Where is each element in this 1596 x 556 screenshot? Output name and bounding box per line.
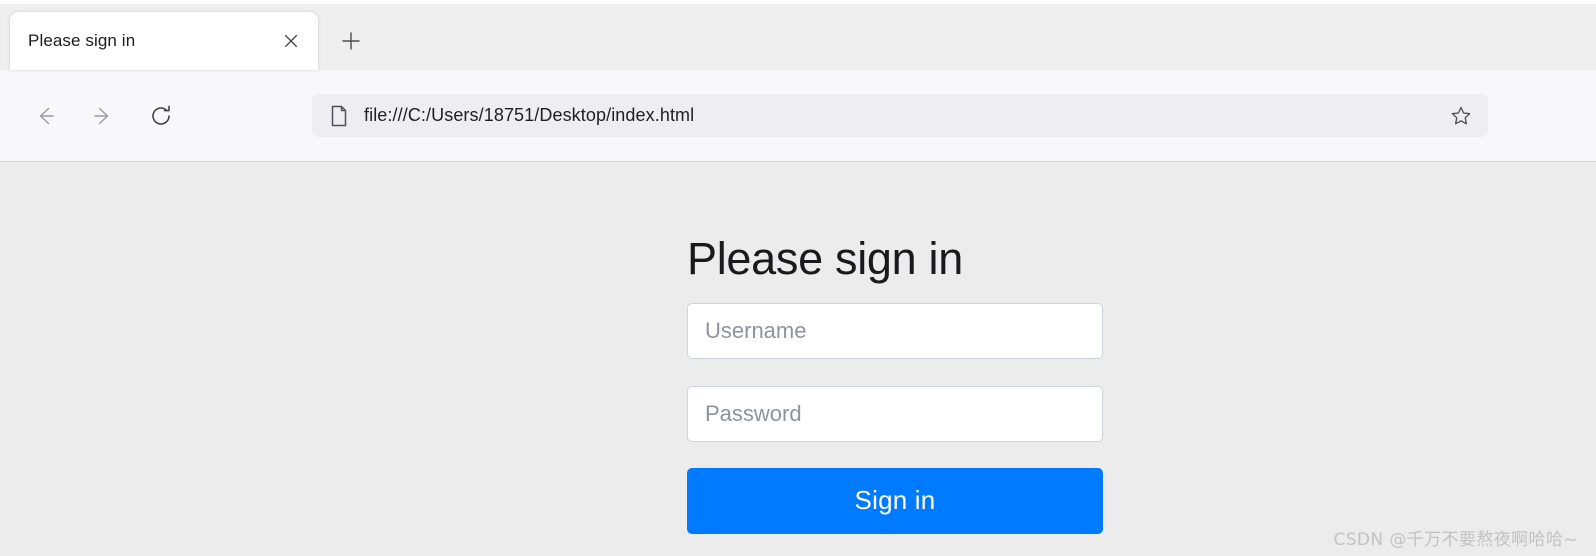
- page-title: Please sign in: [687, 233, 963, 284]
- arrow-left-icon: [39, 107, 54, 124]
- reload-button[interactable]: [140, 95, 182, 137]
- reload-icon: [152, 104, 170, 125]
- star-icon[interactable]: [1446, 101, 1476, 131]
- username-input[interactable]: [687, 302, 1103, 359]
- page-viewport: Please sign in Sign in CSDN @千万不要熬夜啊哈哈~: [0, 162, 1596, 556]
- forward-button[interactable]: [82, 95, 124, 137]
- new-tab-button[interactable]: [332, 22, 370, 60]
- arrow-right-icon: [94, 107, 109, 124]
- browser-window: Please sign in file:///C:/Users/18751/De…: [0, 0, 1596, 556]
- password-input[interactable]: [687, 385, 1103, 442]
- document-icon: [328, 105, 350, 127]
- plus-icon: [342, 32, 360, 50]
- address-bar[interactable]: file:///C:/Users/18751/Desktop/index.htm…: [312, 94, 1488, 137]
- url-text[interactable]: file:///C:/Users/18751/Desktop/index.htm…: [364, 105, 1446, 126]
- tab-title: Please sign in: [28, 31, 136, 50]
- back-button[interactable]: [24, 95, 66, 137]
- close-icon[interactable]: [278, 28, 304, 54]
- browser-tab-active[interactable]: Please sign in: [10, 12, 318, 70]
- watermark: CSDN @千万不要熬夜啊哈哈~: [1333, 530, 1578, 550]
- sign-in-button[interactable]: Sign in: [687, 467, 1103, 534]
- browser-toolbar: file:///C:/Users/18751/Desktop/index.htm…: [0, 70, 1596, 162]
- tab-strip: Please sign in: [0, 0, 1596, 70]
- signin-form: Please sign in Sign in: [687, 233, 1103, 534]
